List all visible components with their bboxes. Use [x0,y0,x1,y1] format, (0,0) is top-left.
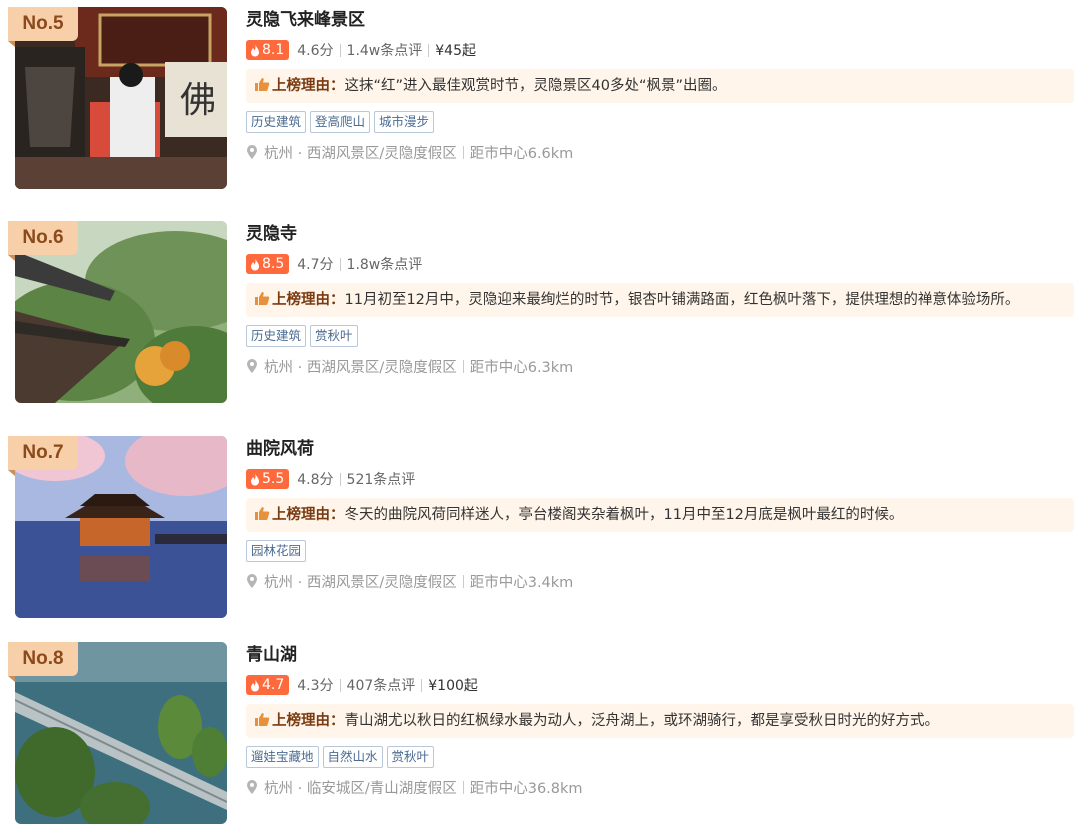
heat-badge: 8.5 [246,254,290,274]
rank-badge: No.5 [8,7,78,47]
attraction-card[interactable]: No.7 曲院风荷 5.5 4.8分 521条点评 上榜理由：冬天的曲院风荷同样… [0,436,1080,626]
rank-badge: No.8 [8,642,78,682]
location-text[interactable]: 杭州 · 西湖风景区/灵隐度假区 [264,571,457,592]
location-row: 杭州 · 西湖风景区/灵隐度假区 距市中心6.3km [246,356,1076,376]
recommend-reason: 上榜理由：这抹“红”进入最佳观赏时节，灵隐景区40多处“枫景”出圈。 [246,69,1074,103]
rating-score: 4.6分 [297,43,334,59]
recommend-reason: 上榜理由：冬天的曲院风荷同样迷人，亭台楼阁夹杂着枫叶，11月中至12月底是枫叶最… [246,498,1074,532]
divider [428,43,430,57]
price: ¥45起 [435,43,476,59]
tag[interactable]: 自然山水 [322,746,383,768]
attraction-title[interactable]: 青山湖 [246,642,1076,668]
heat-badge: 5.5 [246,469,290,489]
divider [421,678,423,692]
flame-icon [251,678,259,691]
thumbs-up-icon [255,713,270,726]
distance: 距市中心6.3km [469,359,574,376]
tag[interactable]: 城市漫步 [374,111,435,133]
reason-text: 冬天的曲院风荷同样迷人，亭台楼阁夹杂着枫叶，11月中至12月底是枫叶最红的时候。 [344,507,904,523]
tag[interactable]: 遛娃宝藏地 [246,746,319,768]
attraction-title[interactable]: 灵隐寺 [246,221,1076,247]
attraction-card[interactable]: No.5 佛 灵隐飞来峰景区 8.1 4.6分 1.4w条点评 ¥45起 上榜理… [0,7,1080,197]
distance: 距市中心3.4km [469,574,574,591]
rating-score: 4.8分 [297,472,334,488]
tag[interactable]: 赏秋叶 [386,746,435,768]
location-pin-icon [247,145,257,159]
reason-label: 上榜理由： [272,713,345,729]
meta-row: 5.5 4.8分 521条点评 [246,468,1076,490]
meta-row: 8.1 4.6分 1.4w条点评 ¥45起 [246,39,1076,61]
reason-label: 上榜理由： [272,292,345,308]
attraction-title[interactable]: 曲院风荷 [246,436,1076,462]
thumbs-up-icon [255,292,270,305]
review-count[interactable]: 1.8w条点评 [347,254,423,274]
thumbs-up-icon [255,507,270,520]
price: ¥100起 [428,678,478,694]
heat-value: 5.5 [262,471,285,487]
tag-list: 遛娃宝藏地 自然山水 赏秋叶 [246,746,1076,768]
tag-list: 园林花园 [246,540,1076,562]
rating-score: 4.7分 [297,257,334,273]
heat-value: 4.7 [262,677,285,693]
review-count[interactable]: 407条点评 [347,675,416,695]
heat-value: 8.1 [262,42,285,58]
meta-row: 8.5 4.7分 1.8w条点评 [246,253,1076,275]
attraction-card[interactable]: No.8 青山湖 4.7 4.3分 407条点评 ¥100起 上榜理由：青山湖尤… [0,642,1080,832]
divider [339,43,341,57]
divider [339,257,341,271]
heat-value: 8.5 [262,256,285,272]
tag[interactable]: 赏秋叶 [310,325,358,347]
flame-icon [251,472,259,485]
review-count[interactable]: 521条点评 [347,469,416,489]
attraction-title[interactable]: 灵隐飞来峰景区 [246,7,1076,33]
rating-score: 4.3分 [297,678,334,694]
recommend-reason: 上榜理由：青山湖尤以秋日的红枫绿水最为动人，泛舟湖上，或环湖骑行，都是享受秋日时… [246,704,1074,738]
reason-label: 上榜理由： [272,78,345,94]
svg-text:佛: 佛 [180,80,216,121]
distance: 距市中心6.6km [469,145,574,162]
heat-badge: 4.7 [246,675,290,695]
attraction-card[interactable]: No.6 灵隐寺 8.5 4.7分 1.8w条点评 上榜理由：11月初至12月中… [0,221,1080,411]
tag[interactable]: 园林花园 [246,540,307,562]
reason-text: 青山湖尤以秋日的红枫绿水最为动人，泛舟湖上，或环湖骑行，都是享受秋日时光的好方式… [344,713,940,729]
location-pin-icon [247,359,257,373]
divider [462,145,464,159]
tag-list: 历史建筑 赏秋叶 [246,325,1076,347]
divider [462,359,464,373]
recommend-reason: 上榜理由：11月初至12月中，灵隐迎来最绚烂的时节，银杏叶铺满路面，红色枫叶落下… [246,283,1074,317]
location-row: 杭州 · 西湖风景区/灵隐度假区 距市中心3.4km [246,571,1076,591]
thumbs-up-icon [255,78,270,91]
location-row: 杭州 · 临安城区/青山湖度假区 距市中心36.8km [246,777,1076,797]
divider [339,472,341,486]
flame-icon [251,43,259,56]
divider [462,574,464,588]
reason-label: 上榜理由： [272,507,345,523]
tag[interactable]: 历史建筑 [246,325,307,347]
distance: 距市中心36.8km [469,780,583,797]
tag-list: 历史建筑 登高爬山 城市漫步 [246,111,1076,133]
tag[interactable]: 历史建筑 [246,111,307,133]
tag[interactable]: 登高爬山 [310,111,371,133]
review-count[interactable]: 1.4w条点评 [347,40,423,60]
location-text[interactable]: 杭州 · 西湖风景区/灵隐度假区 [264,356,457,377]
rank-badge: No.6 [8,221,78,261]
rank-badge: No.7 [8,436,78,476]
location-text[interactable]: 杭州 · 临安城区/青山湖度假区 [264,777,457,798]
reason-text: 11月初至12月中，灵隐迎来最绚烂的时节，银杏叶铺满路面，红色枫叶落下，提供理想… [344,292,1020,308]
location-pin-icon [247,574,257,588]
divider [339,678,341,692]
flame-icon [251,257,259,270]
location-pin-icon [247,780,257,794]
heat-badge: 8.1 [246,40,290,60]
location-text[interactable]: 杭州 · 西湖风景区/灵隐度假区 [264,142,457,163]
location-row: 杭州 · 西湖风景区/灵隐度假区 距市中心6.6km [246,142,1076,162]
divider [462,780,464,794]
meta-row: 4.7 4.3分 407条点评 ¥100起 [246,674,1076,696]
reason-text: 这抹“红”进入最佳观赏时节，灵隐景区40多处“枫景”出圈。 [344,78,727,94]
